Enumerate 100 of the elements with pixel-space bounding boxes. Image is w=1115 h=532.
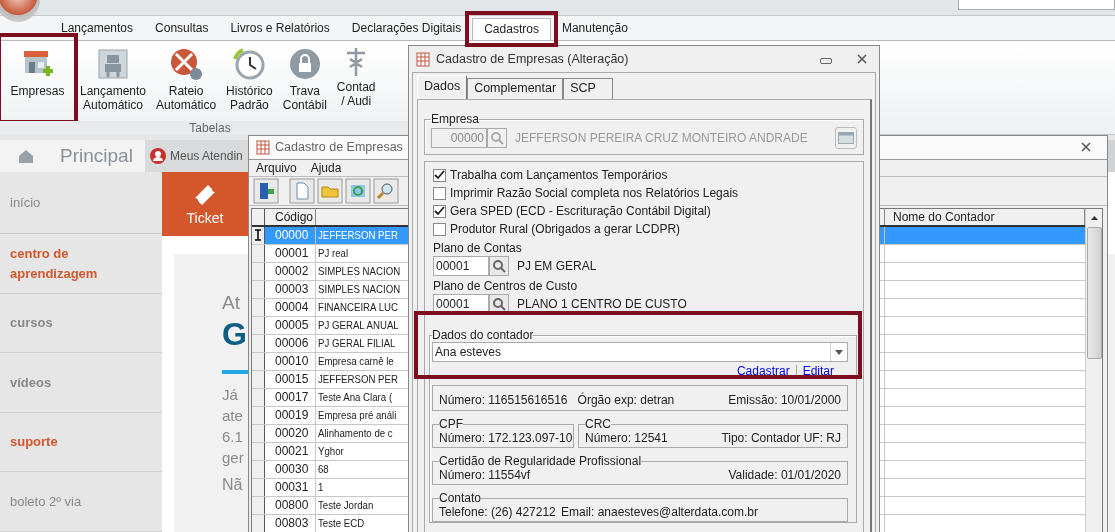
link[interactable]: Editar — [802, 364, 834, 378]
table-cell: FINANCEIRA LUC — [318, 301, 398, 314]
rg-number: Número: 116515616516 — [439, 393, 568, 407]
table-cell: 00803 — [265, 515, 316, 532]
group-label: Dados do contador — [432, 328, 534, 342]
ribbon-button[interactable]: Trava Contábil — [277, 41, 332, 121]
table-cell: 00800 — [265, 497, 316, 514]
table-cell: 00019 — [265, 407, 316, 424]
close-icon[interactable] — [1081, 142, 1091, 153]
ribbon-button[interactable]: Contad / Audi — [331, 41, 381, 121]
table-cell: Empresa pré análi — [318, 409, 397, 422]
caret-icon — [835, 349, 843, 355]
window-title: Cadastro de Empresas — [275, 140, 403, 155]
table-cell: Empresa carnê le — [318, 355, 394, 368]
tab[interactable]: Complementar — [467, 78, 564, 99]
table-cell: 00000 — [265, 227, 316, 244]
table-cell: SIMPLES NACION — [318, 283, 401, 296]
checkbox-label[interactable]: Produtor Rural (Obrigados a gerar LCDPR) — [450, 222, 681, 236]
certificate-validity: Validade: 01/01/2020 — [728, 468, 841, 482]
teaser-text: ger — [222, 448, 244, 468]
table-cell: 00020 — [265, 425, 316, 442]
table-cell: 00031 — [265, 479, 316, 496]
scroll-up-icon[interactable] — [1090, 216, 1098, 220]
scroll-thumb[interactable] — [1086, 227, 1102, 359]
group-label: Empresa — [431, 112, 480, 126]
table-cell: 00003 — [265, 281, 316, 298]
email-address: Email: anaesteves@alterdata.com.br — [561, 505, 758, 519]
table-cell: PJ GERAL ANUAL — [318, 319, 399, 332]
table-cell: 00004 — [265, 299, 316, 316]
close-icon[interactable] — [857, 54, 867, 64]
checkbox-label[interactable]: Gera SPED (ECD - Escrituração Contábil Digital) — [450, 204, 711, 218]
ribbon-tab[interactable]: Manutenção — [550, 18, 639, 40]
group-label: CRC — [585, 417, 611, 431]
dialog-title: Cadastro de Empresas (Alteração) — [436, 52, 630, 66]
checkbox[interactable] — [433, 204, 446, 218]
exit-door-icon[interactable] — [253, 178, 279, 205]
robot-icon — [96, 47, 130, 81]
teaser-heading: G — [222, 315, 247, 354]
ribbon-tab[interactable]: Consultas — [144, 18, 220, 40]
table-cell: 00001 — [265, 245, 316, 262]
table-cell: Alinhamento de c — [318, 427, 393, 440]
crc-number: Número: 12541 — [585, 431, 668, 445]
search-field[interactable] — [958, 0, 1115, 10]
spreadsheet-icon — [255, 139, 271, 156]
group-label: Certidão de Regularidade Profissional — [439, 454, 642, 468]
accountant-dropdown[interactable]: Ana esteves — [432, 342, 848, 362]
table-cell: 1 — [318, 481, 324, 494]
table-cell: 00005 — [265, 317, 316, 334]
search-icon[interactable] — [373, 178, 399, 205]
clock-icon — [232, 47, 267, 81]
ribbon-tab[interactable]: Livros e Relatórios — [219, 18, 341, 40]
table-cell: 00006 — [265, 335, 316, 352]
ribbon-button[interactable]: Lançamento Automático — [75, 41, 152, 121]
plan-name: PJ EM GERAL — [517, 259, 598, 273]
field-label: Plano de Contas — [433, 241, 523, 256]
table-cell: PJ real — [318, 247, 349, 260]
menu-item[interactable]: Ajuda — [310, 161, 342, 176]
refresh-icon[interactable] — [345, 178, 371, 205]
scrollbar[interactable] — [1085, 209, 1102, 532]
teaser-text: Já — [222, 385, 238, 405]
link[interactable]: Cadastrar — [736, 364, 790, 378]
minimize-icon[interactable] — [820, 58, 832, 64]
lock-icon — [287, 47, 322, 81]
table-cell: 00021 — [265, 443, 316, 460]
certificate-number: Número: 11554vf — [439, 468, 531, 482]
table-cell: Yghor — [318, 445, 344, 458]
checkbox-label[interactable]: Trabalha com Lançamentos Temporários — [450, 168, 668, 182]
checkbox[interactable] — [433, 168, 446, 182]
plan-name: PLANO 1 CENTRO DE CUSTO — [517, 297, 688, 311]
group-label: Contato — [439, 491, 482, 505]
table-cell: 00010 — [265, 353, 316, 370]
crc-type: Tipo: Contador UF: RJ — [721, 431, 841, 445]
search-button[interactable] — [489, 256, 509, 276]
table-cell: Teste Ana Clara ( — [318, 391, 393, 404]
table-cell: Teste Jordan — [318, 499, 374, 512]
company-name: JEFFERSON PEREIRA CRUZ MONTEIRO ANDRADE — [515, 131, 809, 145]
rg-issue-date: Emissão: 10/01/2000 — [728, 393, 841, 407]
ticket-tile[interactable]: Ticket — [162, 172, 248, 236]
menu-item[interactable]: Arquivo — [256, 161, 297, 176]
table-cell: Teste ECD — [318, 517, 365, 530]
table-cell: 00030 — [265, 461, 316, 478]
table-cell: JEFFERSON PER — [318, 229, 398, 242]
spreadsheet-icon — [415, 51, 431, 67]
checkbox-label[interactable]: Imprimir Razão Social completa nos Relatórios Legais — [450, 186, 739, 200]
tab[interactable]: Dados — [417, 75, 468, 99]
checkbox[interactable] — [433, 186, 446, 200]
portal-tab[interactable]: Meus Atendin — [145, 140, 248, 172]
code-field[interactable]: 00001 — [433, 294, 489, 314]
ribbon-button[interactable]: Histórico Padrão — [221, 41, 278, 121]
table-cell: 00002 — [265, 263, 316, 280]
search-button[interactable] — [489, 294, 509, 314]
teaser-text: Nã — [222, 476, 243, 494]
code-field[interactable]: 00001 — [433, 256, 489, 276]
ribbon-tab[interactable]: Declarações Digitais — [340, 18, 473, 40]
pie-split-icon — [169, 47, 204, 81]
table-cell: 00015 — [265, 371, 316, 388]
checkbox[interactable] — [433, 222, 446, 236]
tab[interactable]: SCP — [563, 78, 614, 99]
column-header[interactable]: Código — [265, 209, 316, 225]
ribbon-button[interactable]: Rateio Automático — [151, 41, 222, 121]
